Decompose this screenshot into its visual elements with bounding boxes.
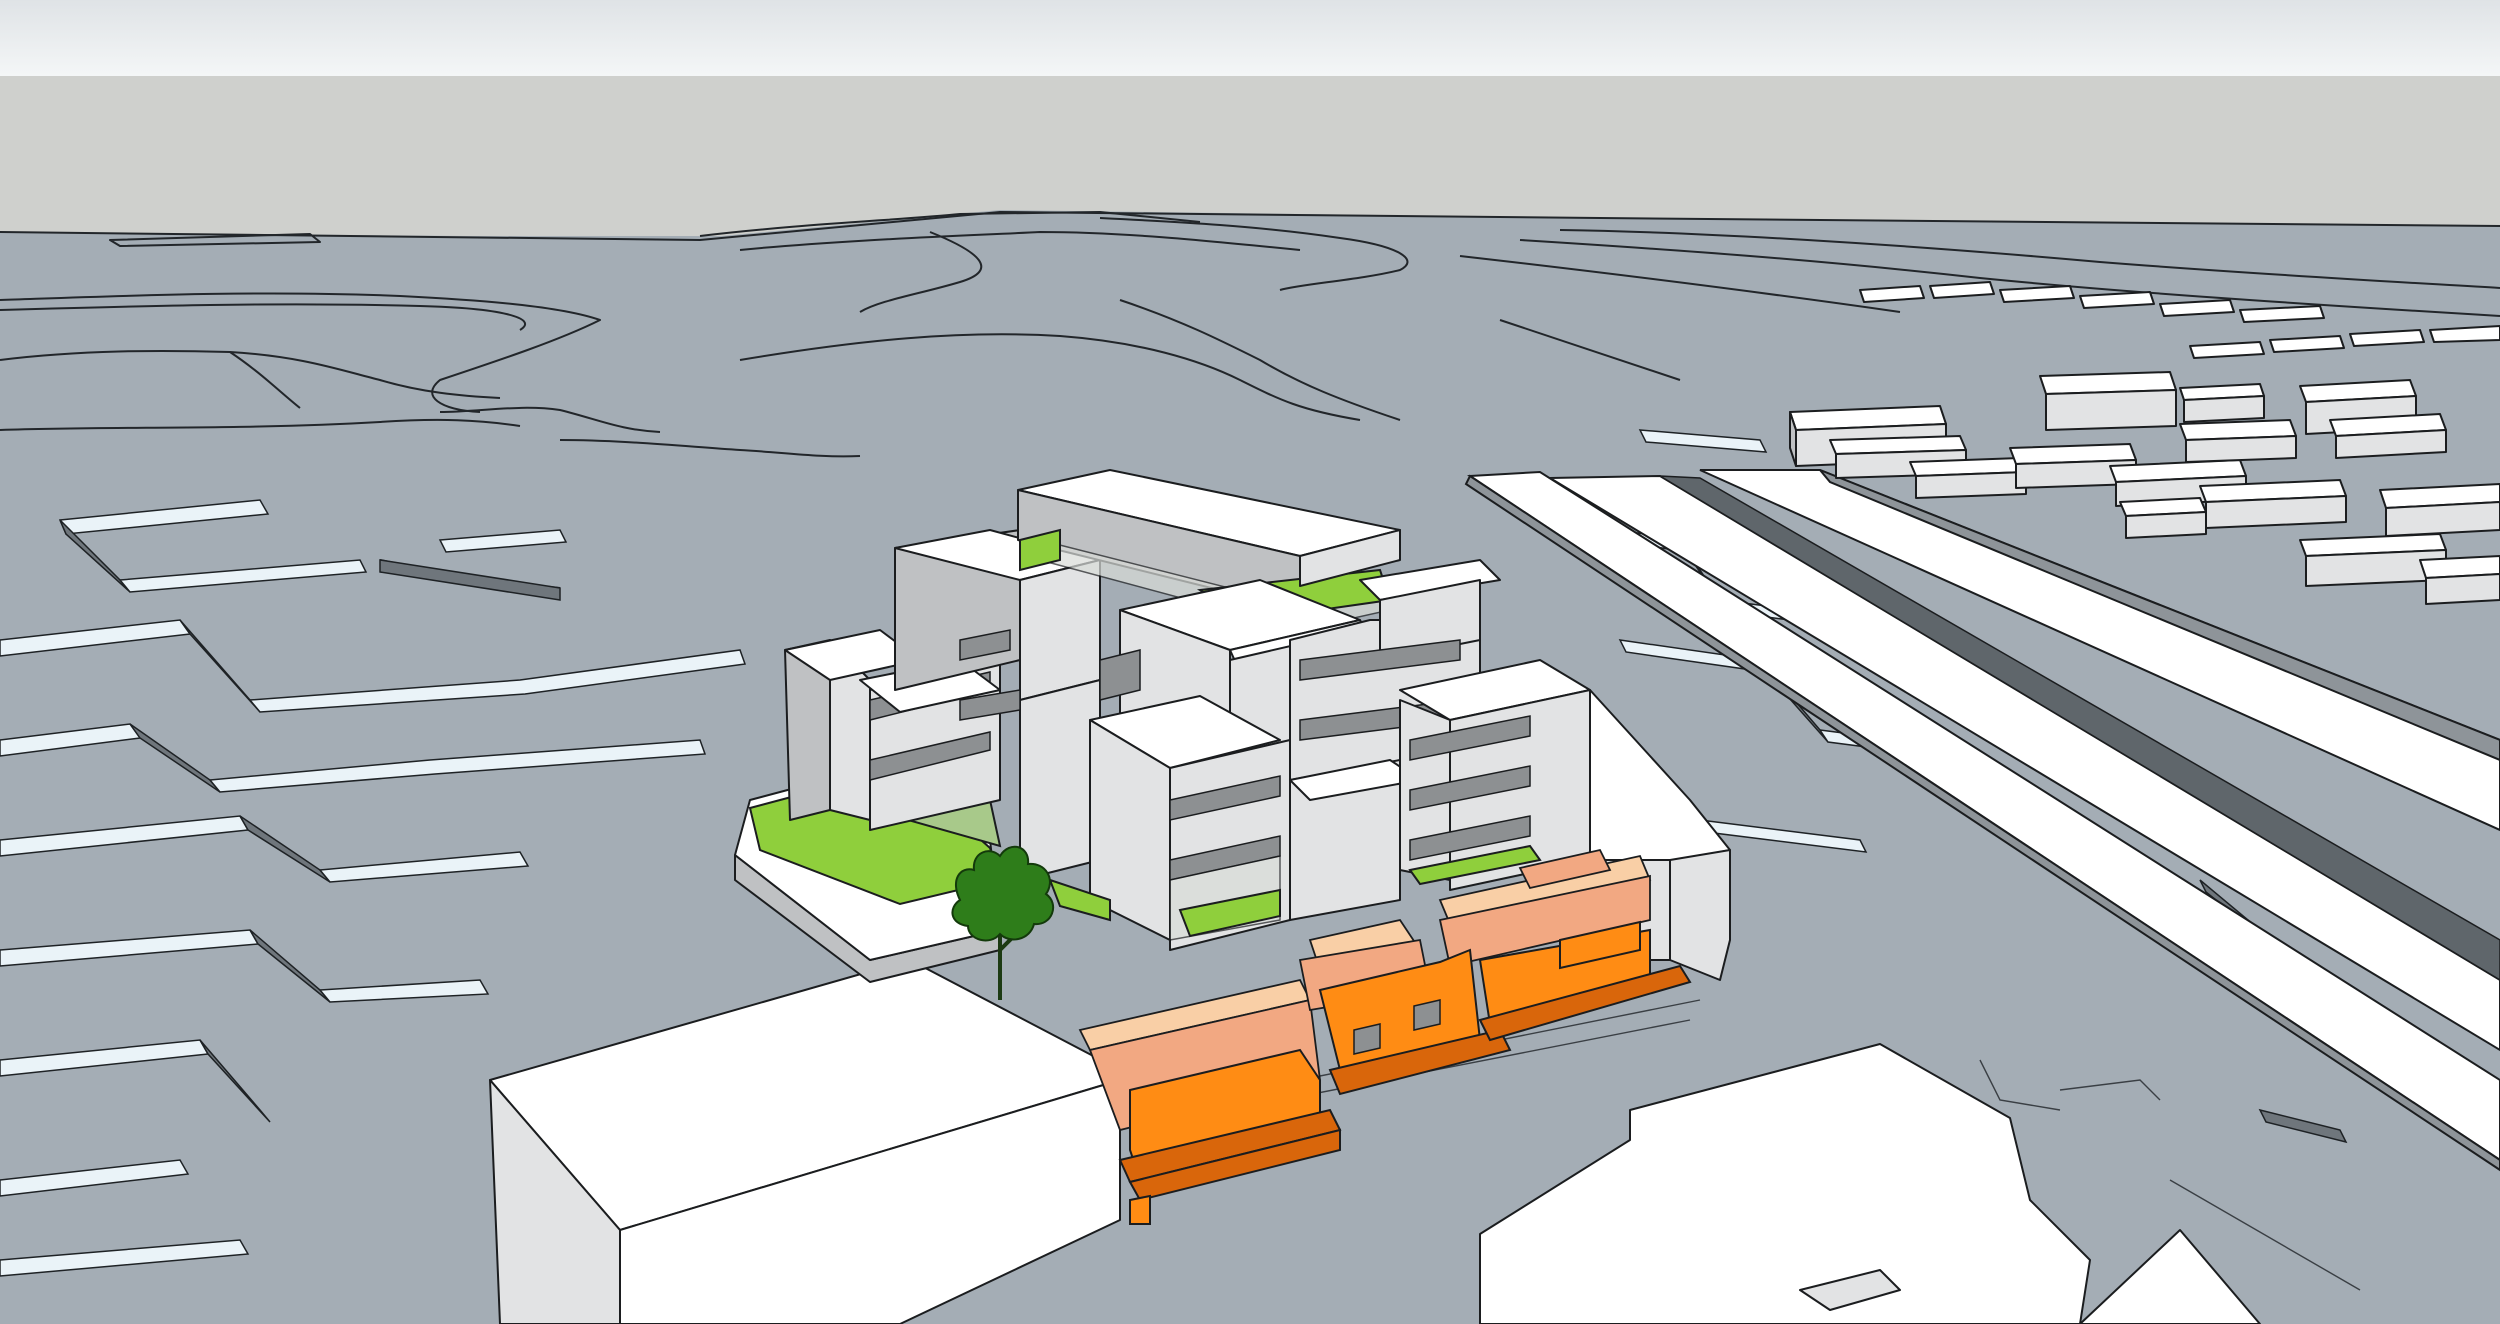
massing-model-scene <box>0 0 2500 1324</box>
sky <box>0 0 2500 76</box>
horizon-haze <box>0 76 2500 236</box>
